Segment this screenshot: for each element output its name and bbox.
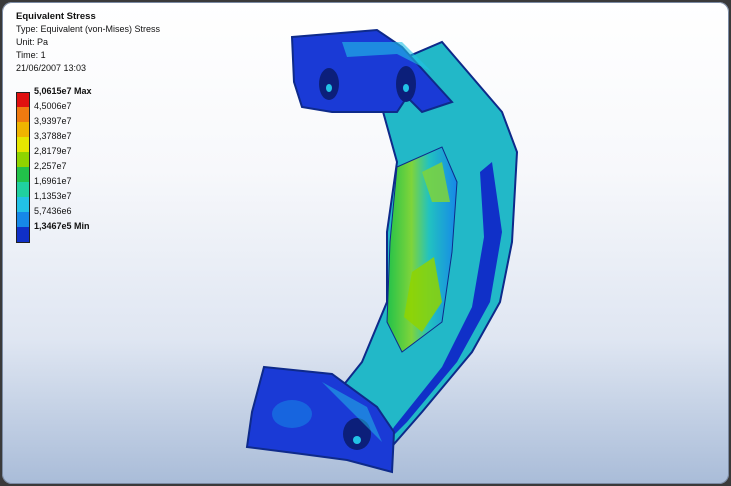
- legend-label: 1,3467e5 Min: [34, 221, 90, 231]
- legend-label: 5,0615e7 Max: [34, 86, 92, 96]
- result-info: Equivalent Stress Type: Equivalent (von-…: [16, 10, 160, 75]
- legend-swatch: [16, 152, 30, 167]
- legend-swatch: [16, 92, 30, 108]
- result-time: Time: 1: [16, 50, 46, 60]
- legend-swatch: [16, 137, 30, 152]
- legend-label: 5,7436e6: [34, 206, 72, 216]
- legend-swatch: [16, 227, 30, 243]
- result-type: Type: Equivalent (von-Mises) Stress: [16, 24, 161, 34]
- legend-label: 3,3788e7: [34, 131, 72, 141]
- result-title: Equivalent Stress: [16, 11, 96, 22]
- legend-swatch: [16, 107, 30, 122]
- legend-label: 1,1353e7: [34, 191, 72, 201]
- legend-swatch: [16, 122, 30, 137]
- legend-label: 2,8179e7: [34, 146, 72, 156]
- legend-label: 1,6961e7: [34, 176, 72, 186]
- viewport[interactable]: Equivalent Stress Type: Equivalent (von-…: [2, 2, 729, 484]
- legend-swatch: [16, 197, 30, 212]
- legend-swatch: [16, 182, 30, 197]
- result-timestamp: 21/06/2007 13:03: [16, 63, 87, 73]
- legend-swatch: [16, 167, 30, 182]
- legend-label: 2,257e7: [34, 161, 67, 171]
- legend-label: 3,9397e7: [34, 116, 72, 126]
- bottom-hole-left: [272, 400, 312, 428]
- result-unit: Unit: Pa: [16, 37, 49, 47]
- legend-label: 4,5006e7: [34, 101, 72, 111]
- legend-swatch: [16, 212, 30, 227]
